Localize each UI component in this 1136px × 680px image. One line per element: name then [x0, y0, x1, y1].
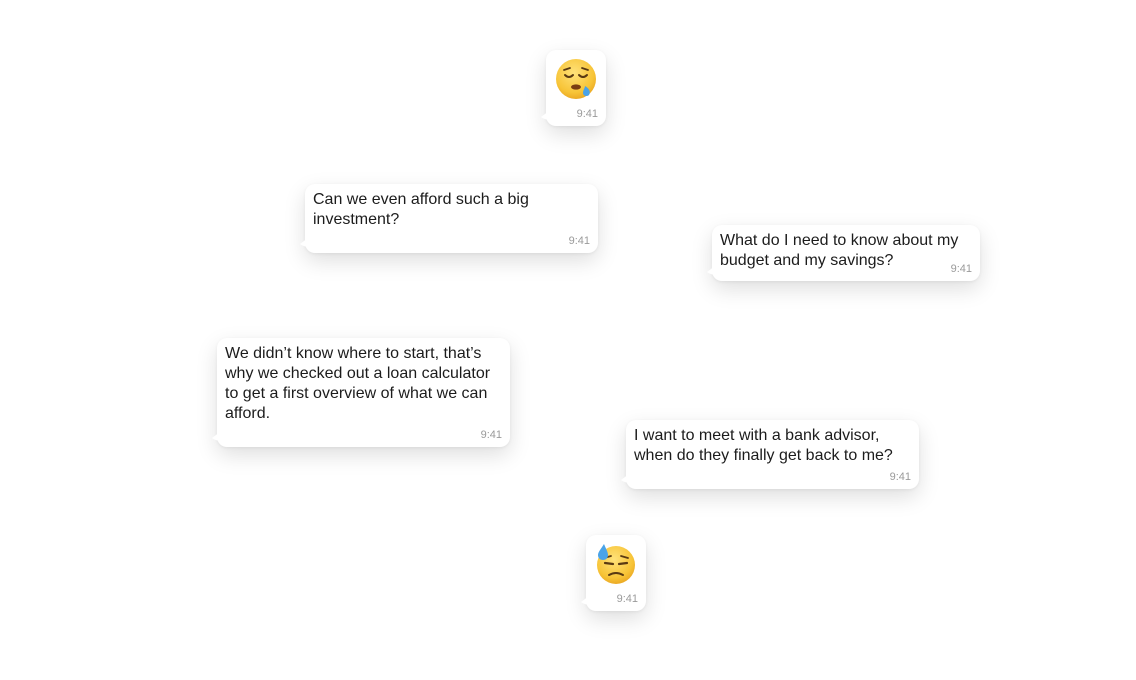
- message-text: Can we even afford such a big investment…: [313, 191, 529, 228]
- message-timestamp: 9:41: [889, 471, 911, 483]
- message-text: I want to meet with a bank advisor, when…: [634, 427, 893, 464]
- sleepy-face-icon: [555, 58, 597, 100]
- message-bubble-emoji-sweat: 9:41: [586, 535, 646, 611]
- message-bubble-emoji-sleepy: 9:41: [546, 50, 606, 126]
- message-timestamp: 9:41: [576, 108, 598, 120]
- message-timestamp: 9:41: [480, 429, 502, 441]
- message-timestamp: 9:41: [950, 263, 972, 275]
- message-bubble-budget-question: What do I need to know about my budget a…: [712, 225, 980, 281]
- chat-collage: 9:41 Can we even afford such a big inves…: [0, 0, 1136, 680]
- message-bubble-afford-question: Can we even afford such a big investment…: [305, 184, 598, 253]
- downcast-face-with-sweat-icon: [595, 543, 637, 585]
- message-text: What do I need to know about my budget a…: [720, 232, 959, 269]
- message-timestamp: 9:41: [616, 593, 638, 605]
- message-timestamp: 9:41: [568, 235, 590, 247]
- message-text: We didn’t know where to start, that’s wh…: [225, 345, 491, 422]
- message-bubble-loan-calculator: We didn’t know where to start, that’s wh…: [217, 338, 510, 447]
- message-bubble-bank-advisor: I want to meet with a bank advisor, when…: [626, 420, 919, 489]
